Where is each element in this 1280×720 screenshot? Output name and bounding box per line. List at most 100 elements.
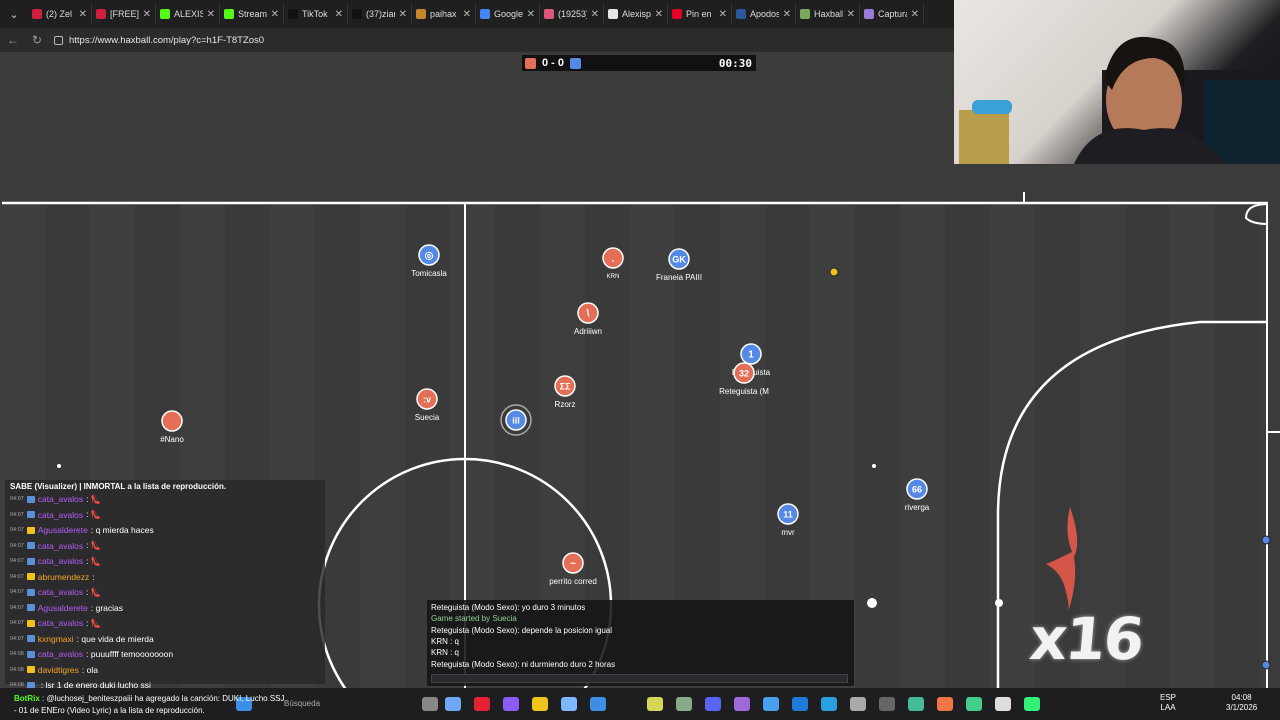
bot-text-2: - 01 de ENEro (Video Lyric) a la lista d… (14, 706, 205, 715)
chat-username: cata_avalos (37, 494, 84, 504)
tab-favicon-icon (608, 9, 618, 19)
language-layout: LAA (1160, 703, 1176, 712)
player-avatar-label: ~ (570, 559, 576, 570)
player-avatar-label: 32 (739, 369, 749, 379)
chat-username: abrumendezz (37, 571, 90, 582)
browser-tab[interactable]: (2) Zel ✕ (28, 3, 92, 25)
chat-message: 04:08 cata_avalos: puuuffff temooooooon (10, 647, 173, 661)
scoreboard: 0 - 0 00:30 (522, 55, 756, 71)
player-avatar-label: 11 (783, 510, 793, 520)
globe-icon[interactable] (908, 697, 924, 711)
browser-tab[interactable]: [FREE] E ✕ (92, 3, 156, 25)
clock[interactable]: 04:08 3/1/2026 (1226, 693, 1257, 713)
edge-icon[interactable] (590, 697, 606, 711)
game-chat-message: Reteguista (Modo Sexo): ni durmiendo dur… (431, 659, 616, 669)
tab-close-icon[interactable]: ✕ (399, 9, 407, 20)
chat-timestamp: 04:07 (10, 573, 24, 580)
chat-username: cata_avalos (37, 649, 84, 659)
chat-timestamp: 04:07 (10, 496, 24, 502)
pen-icon[interactable] (561, 697, 577, 711)
tab-close-icon[interactable]: ✕ (911, 9, 919, 20)
browser-tab[interactable]: TikTok ✕ (284, 3, 348, 25)
browser-tab[interactable]: ALEXIS ✕ (156, 3, 220, 25)
tab-search-chevron-icon[interactable]: ⌄ (4, 4, 24, 24)
browser-tab[interactable]: Alexisp ✕ (604, 3, 668, 25)
game-chat-input[interactable] (431, 674, 848, 683)
file-explorer-icon[interactable] (532, 697, 548, 711)
tab-close-icon[interactable]: ✕ (655, 9, 663, 20)
tab-close-icon[interactable]: ✕ (847, 9, 855, 20)
chat-username: Agusalderete (37, 525, 88, 535)
tab-favicon-icon (800, 9, 810, 19)
task-view-icon[interactable] (422, 697, 438, 711)
browser-tab[interactable]: Stream ✕ (220, 3, 284, 25)
tab-close-icon[interactable]: ✕ (79, 9, 87, 20)
red-team-icon (525, 57, 536, 69)
browser-tab[interactable]: Captura ✕ (860, 3, 924, 25)
player-avatar-label: \ (587, 309, 590, 320)
ball (867, 598, 877, 608)
browser-tab[interactable]: (19253) ✕ (540, 3, 604, 25)
settings-icon[interactable] (850, 697, 866, 711)
chat-text: : q mierda haces (90, 525, 154, 535)
tab-close-icon[interactable]: ✕ (783, 9, 791, 20)
player-name: Adriiiwn (574, 327, 602, 336)
browser-tab[interactable]: Apodos ✕ (732, 3, 796, 25)
goal-post (1261, 535, 1271, 545)
browser-tab[interactable]: Pin en ✕ (668, 3, 732, 25)
calculator-icon[interactable] (1024, 697, 1040, 711)
chat-badge-icon (26, 542, 35, 549)
language-indicator[interactable]: ESP LAA (1160, 693, 1176, 713)
player-avatar-label: 1 (748, 350, 754, 361)
vscode-icon[interactable] (821, 697, 837, 711)
tab-close-icon[interactable]: ✕ (207, 9, 215, 20)
tab-title: Apodos (750, 9, 779, 19)
tab-close-icon[interactable]: ✕ (271, 9, 279, 20)
tab-title: (2) Zel (46, 9, 73, 19)
ccleaner-icon[interactable] (676, 697, 692, 711)
tab-favicon-icon (416, 9, 426, 19)
tab-close-icon[interactable]: ✕ (527, 9, 535, 20)
reload-icon[interactable]: ↻ (30, 33, 44, 47)
chrome-icon[interactable] (937, 697, 953, 711)
chat-badge-icon (26, 635, 35, 642)
browser-tab[interactable]: (37)zian ✕ (348, 3, 412, 25)
mail-icon[interactable] (792, 697, 808, 711)
site-info-icon[interactable] (54, 35, 63, 45)
chat-timestamp: 04:07 (10, 604, 24, 611)
chat-message: 04:07 kxngmaxi: que vida de mierda (10, 632, 154, 646)
chat-badge-icon (26, 588, 35, 596)
bot-name: BotRix (14, 694, 40, 703)
visual-studio-icon[interactable] (734, 697, 750, 711)
tab-close-icon[interactable]: ✕ (591, 9, 599, 20)
back-arrow-icon[interactable]: ← (6, 33, 20, 47)
blue-team-icon (570, 57, 582, 69)
store-icon[interactable] (503, 697, 519, 711)
browser-tab[interactable]: Google ✕ (476, 3, 540, 25)
opera-icon[interactable] (474, 697, 490, 711)
tab-title: Google (494, 9, 523, 19)
player-name: Tomicasla (411, 269, 447, 278)
browser-tab[interactable]: Haxball ✕ (796, 3, 860, 25)
obs-icon[interactable] (995, 697, 1011, 711)
discord-icon[interactable] (705, 697, 721, 711)
terminal-icon[interactable] (879, 697, 895, 711)
player-avatar-label: :v (423, 395, 431, 405)
browser-tab[interactable]: paihax ✕ (412, 3, 476, 25)
tab-close-icon[interactable]: ✕ (463, 9, 471, 20)
url-field[interactable]: https://www.haxball.com/play?c=h1F-T8TZo… (54, 35, 264, 46)
game-chat-message: Reteguista (Modo Sexo): yo duro 3 minuto… (431, 603, 586, 612)
tab-favicon-icon (96, 9, 106, 19)
tab-close-icon[interactable]: ✕ (335, 9, 343, 20)
chrome-alt-icon[interactable] (966, 697, 982, 711)
tab-favicon-icon (672, 9, 682, 19)
tab-close-icon[interactable]: ✕ (719, 9, 727, 20)
chat-text: : (92, 571, 95, 582)
tab-close-icon[interactable]: ✕ (143, 9, 151, 20)
chat-message: 04:07 cata_avalos: 👠 (10, 554, 101, 568)
photos-icon[interactable] (763, 697, 779, 711)
player-avatar-label: GK (672, 255, 686, 265)
copilot-icon[interactable] (445, 697, 461, 711)
chat-badge-icon (26, 495, 35, 503)
vpn-icon[interactable] (647, 697, 663, 711)
